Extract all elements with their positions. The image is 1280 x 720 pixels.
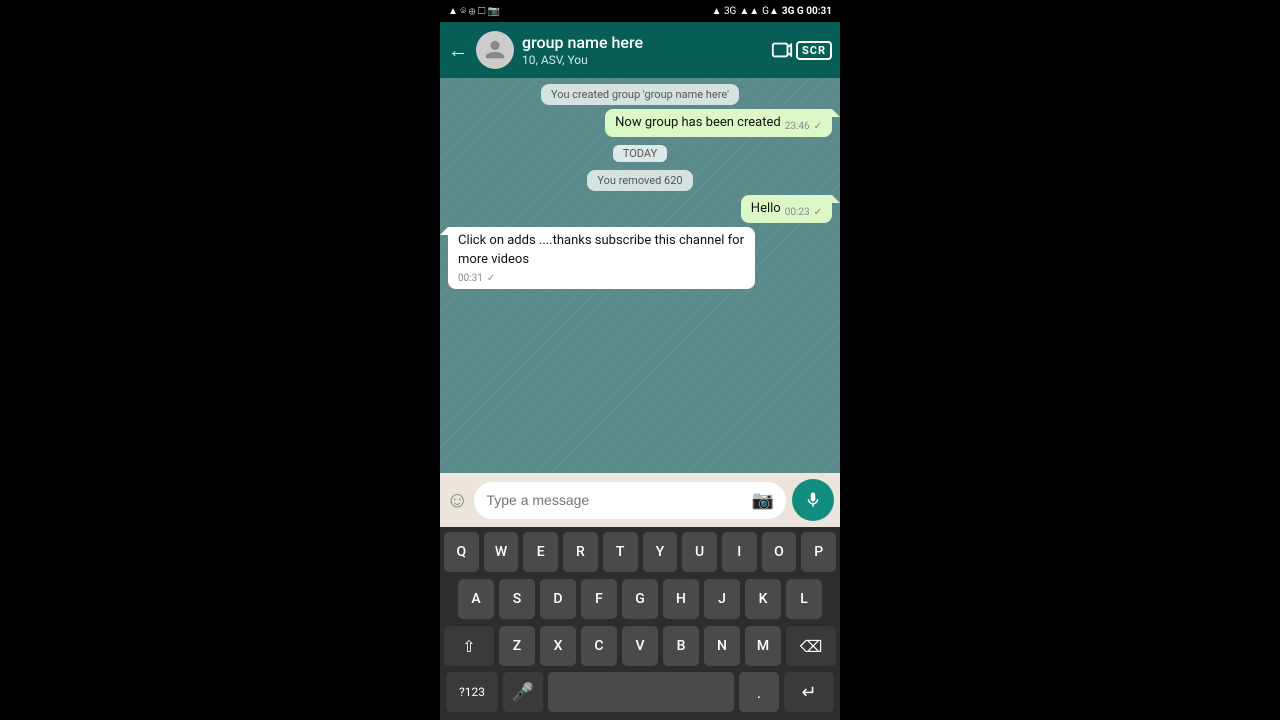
message-tick: ✓	[487, 273, 495, 284]
network-indicator: ▲ 3G	[712, 6, 737, 17]
message-input[interactable]	[486, 492, 743, 508]
system-message-removed: You removed 620	[587, 170, 692, 191]
battery: G▲	[762, 6, 779, 17]
input-area: ☺ 📷	[440, 473, 840, 527]
key-shift[interactable]: ⇧	[444, 626, 494, 666]
key-r[interactable]: R	[563, 532, 598, 572]
key-numbers[interactable]: ?123	[446, 672, 498, 712]
camera-button[interactable]: 📷	[752, 490, 774, 511]
header-info: group name here 10, ASV, You	[522, 33, 763, 66]
group-name: group name here	[522, 33, 763, 52]
message-text: Now group has been created	[615, 114, 781, 132]
message-input-box: 📷	[474, 482, 786, 519]
message-time: 00:23	[785, 207, 810, 218]
key-p[interactable]: P	[801, 532, 836, 572]
key-q[interactable]: Q	[444, 532, 479, 572]
key-w[interactable]: W	[484, 532, 519, 572]
message-text: Click on adds ....thanks subscribe this …	[458, 232, 745, 268]
message-tick: ✓	[814, 121, 822, 132]
key-f[interactable]: F	[581, 579, 617, 619]
key-v[interactable]: V	[622, 626, 658, 666]
scr-label: SCR	[796, 41, 832, 60]
wa-screen: ← group name here 10, ASV, You SCR	[440, 22, 840, 720]
date-divider: TODAY	[613, 145, 667, 162]
key-g[interactable]: G	[622, 579, 658, 619]
group-members: 10, ASV, You	[522, 53, 763, 67]
signal-bars: ▲▲	[739, 6, 759, 17]
system-message-created: You created group 'group name here'	[541, 84, 739, 105]
keyboard-row-1: Q W E R T Y U I O P	[440, 527, 840, 574]
key-t[interactable]: T	[603, 532, 638, 572]
time: 3G G 00:31	[782, 6, 832, 17]
emoji-button[interactable]: ☺	[446, 487, 468, 513]
key-c[interactable]: C	[581, 626, 617, 666]
key-y[interactable]: Y	[643, 532, 678, 572]
message-text: Hello	[751, 200, 781, 218]
status-right: ▲ 3G ▲▲ G▲ 3G G 00:31	[712, 6, 832, 17]
message-bubble-received-1: Click on adds ....thanks subscribe this …	[448, 227, 755, 288]
header-actions: SCR	[771, 39, 832, 61]
key-o[interactable]: O	[762, 532, 797, 572]
key-l[interactable]: L	[786, 579, 822, 619]
key-mic[interactable]: 🎤	[503, 672, 543, 712]
key-s[interactable]: S	[499, 579, 535, 619]
key-period[interactable]: .	[739, 672, 779, 712]
key-z[interactable]: Z	[499, 626, 535, 666]
key-n[interactable]: N	[704, 626, 740, 666]
key-k[interactable]: K	[745, 579, 781, 619]
key-j[interactable]: J	[704, 579, 740, 619]
keyboard: Q W E R T Y U I O P A S D F G H J K	[440, 527, 840, 720]
keyboard-row-3: ⇧ Z X C V B N M ⌫	[440, 621, 840, 668]
key-a[interactable]: A	[458, 579, 494, 619]
keyboard-row-2: A S D F G H J K L	[440, 574, 840, 621]
key-x[interactable]: X	[540, 626, 576, 666]
message-time: 00:31	[458, 273, 483, 284]
key-b[interactable]: B	[663, 626, 699, 666]
key-m[interactable]: M	[745, 626, 781, 666]
group-avatar[interactable]	[476, 31, 514, 69]
keyboard-bottom-row: ?123 🎤 . ↵	[440, 668, 840, 720]
message-bubble-sent-2: Hello 00:23 ✓	[741, 195, 832, 223]
key-i[interactable]: I	[722, 532, 757, 572]
key-e[interactable]: E	[523, 532, 558, 572]
key-enter[interactable]: ↵	[784, 672, 834, 712]
status-left: ▲ ⌾ ⊕ ☐ 📷	[448, 6, 500, 17]
status-bar: ▲ ⌾ ⊕ ☐ 📷 ▲ 3G ▲▲ G▲ 3G G 00:31	[440, 0, 840, 22]
key-u[interactable]: U	[682, 532, 717, 572]
message-time: 23:46	[785, 121, 810, 132]
message-tick: ✓	[814, 207, 822, 218]
scr-record-button[interactable]: SCR	[771, 39, 832, 61]
signal-icons: ▲ ⌾ ⊕ ☐ 📷	[448, 6, 500, 17]
back-button[interactable]: ←	[448, 38, 468, 63]
key-backspace[interactable]: ⌫	[786, 626, 836, 666]
chat-header: ← group name here 10, ASV, You SCR	[440, 22, 840, 78]
mic-button[interactable]	[792, 479, 834, 521]
phone-container: ▲ ⌾ ⊕ ☐ 📷 ▲ 3G ▲▲ G▲ 3G G 00:31 ← group …	[440, 0, 840, 720]
key-h[interactable]: H	[663, 579, 699, 619]
key-space[interactable]	[548, 672, 734, 712]
chat-area: You created group 'group name here' Now …	[440, 78, 840, 473]
message-bubble-sent-1: Now group has been created 23:46 ✓	[605, 109, 832, 137]
key-d[interactable]: D	[540, 579, 576, 619]
